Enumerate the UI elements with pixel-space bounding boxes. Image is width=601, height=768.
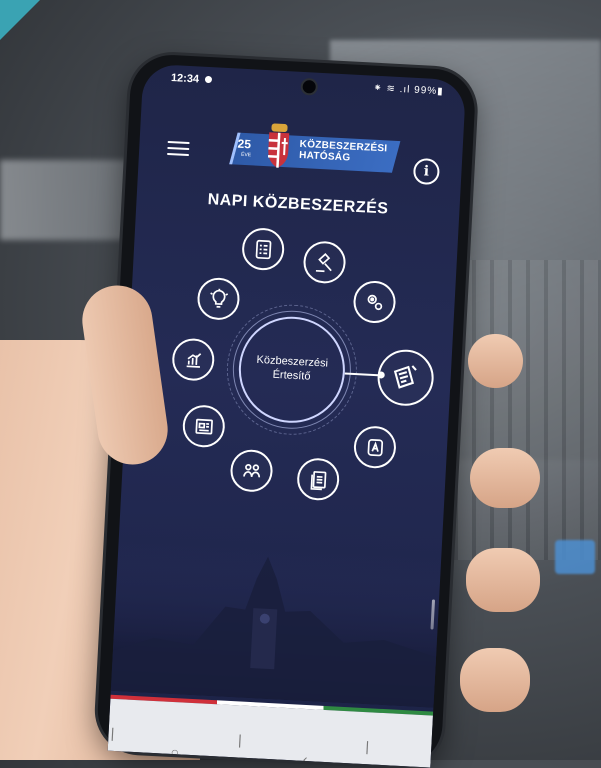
people-icon [242,463,260,477]
news-button[interactable] [181,404,226,449]
finger-1 [468,334,523,388]
documents-icon [310,470,327,490]
background-corner [0,0,40,40]
status-time: 12:34 [170,72,200,86]
documents-button[interactable] [296,457,341,502]
statistics-button[interactable] [171,337,216,382]
notice-button[interactable] [376,348,436,408]
status-bar: 12:34 ⁕ ≋ .ıl 99%▮ [142,64,466,107]
logo-number: 25 [237,136,252,152]
center-line-1: Közbeszerzési [256,353,329,370]
center-line-2: Értesítő [272,368,311,383]
background-blue-key [555,540,595,574]
lightbulb-icon [209,288,228,308]
logo-text: KÖZBESZERZÉSI HATÓSÁG [299,139,388,166]
finger-3 [466,548,540,612]
page-title: NAPI KÖZBESZERZÉS [207,191,389,218]
info-icon[interactable]: i [412,157,441,186]
a-category-button[interactable] [352,425,398,470]
document-pen-icon [394,365,418,390]
coat-of-arms-icon [267,123,290,168]
status-icons: ⁕ ≋ .ıl 99%▮ [373,82,444,98]
finger-2 [470,448,540,508]
checklist-icon [255,239,271,259]
notification-dot-icon [204,75,213,84]
finger-4 [460,648,530,712]
center-hub[interactable]: Közbeszerzési Értesítő [236,314,348,426]
law-button[interactable] [302,240,347,285]
letter-a-icon [367,438,383,456]
camera-cutout [300,77,319,96]
gavel-icon [315,252,332,272]
gears-icon [367,294,382,310]
checklist-button[interactable] [241,227,286,272]
settings-button[interactable] [352,279,397,325]
ideas-button[interactable] [196,276,241,321]
system-nav-buttons[interactable]: | | | ○ ‹ [108,725,432,768]
hamburger-menu-icon[interactable] [166,140,190,157]
logo-years: ÉVE [240,151,252,159]
center-hub-label: Közbeszerzési Értesítő [240,352,343,385]
chart-icon [186,352,201,368]
castle-silhouette [110,540,444,708]
authority-logo: 25 ÉVE KÖZBESZERZÉSI HATÓSÁG [218,118,401,181]
newspaper-icon [195,418,213,435]
people-button[interactable] [229,448,274,493]
